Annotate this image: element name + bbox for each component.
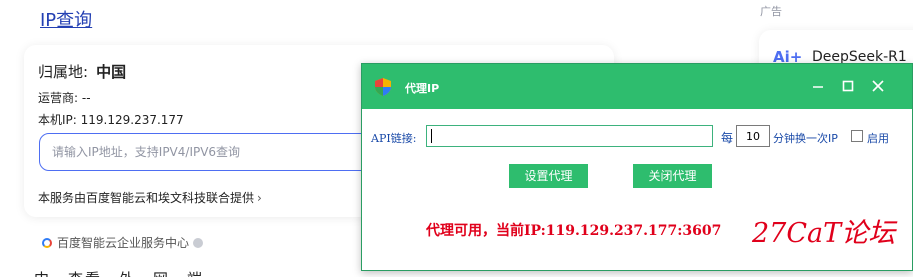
location-label: 归属地: (38, 63, 89, 81)
window-title: 代理IP (405, 82, 440, 95)
verified-icon (193, 237, 204, 248)
interval-suffix-label: 分钟换一次IP (773, 132, 838, 145)
close-proxy-button[interactable]: 关闭代理 (633, 164, 712, 188)
forum-watermark: 27CaT论坛 (752, 218, 896, 249)
enable-checkbox[interactable] (851, 130, 863, 142)
location-value: 中国 (96, 63, 127, 81)
brand-row[interactable]: 百度智能云企业服务中心 (42, 234, 204, 251)
enable-label[interactable]: 启用 (867, 130, 889, 146)
set-proxy-button[interactable]: 设置代理 (509, 164, 588, 188)
cut-off-text: 中…查看…外…网…端… (34, 268, 221, 277)
api-link-label: API链接: (371, 132, 417, 145)
proxy-status-text: 代理可用，当前IP:119.129.237.177:3607 (426, 223, 722, 239)
service-provider-link[interactable]: 本服务由百度智能云和埃文科技联合提供 › (38, 189, 262, 206)
close-icon[interactable] (869, 76, 887, 96)
ip-query-title-link[interactable]: IP查询 (40, 6, 92, 32)
brand-text: 百度智能云企业服务中心 (57, 236, 190, 250)
ad-label: 广告 (760, 5, 782, 18)
per-label: 每 (721, 131, 734, 145)
service-text: 本服务由百度智能云和埃文科技联合提供 (38, 191, 255, 205)
my-ip-text: 本机IP: 119.129.237.177 (38, 113, 184, 127)
text-caret (431, 129, 432, 143)
baidu-cloud-logo-icon (42, 237, 52, 248)
screen: IP查询 归属地: 中国 运营商: -- 本机IP: 119.129.237.17… (0, 0, 913, 277)
isp-text: 运营商: -- (38, 91, 91, 105)
shield-icon (375, 78, 391, 96)
minimize-icon[interactable] (809, 76, 827, 96)
window-titlebar[interactable]: 代理IP (362, 64, 912, 109)
interval-input[interactable] (736, 125, 770, 147)
maximize-icon[interactable] (839, 76, 857, 96)
location-row: 归属地: 中国 (38, 61, 126, 82)
chevron-right-icon: › (257, 191, 262, 205)
api-link-input[interactable] (426, 125, 713, 147)
